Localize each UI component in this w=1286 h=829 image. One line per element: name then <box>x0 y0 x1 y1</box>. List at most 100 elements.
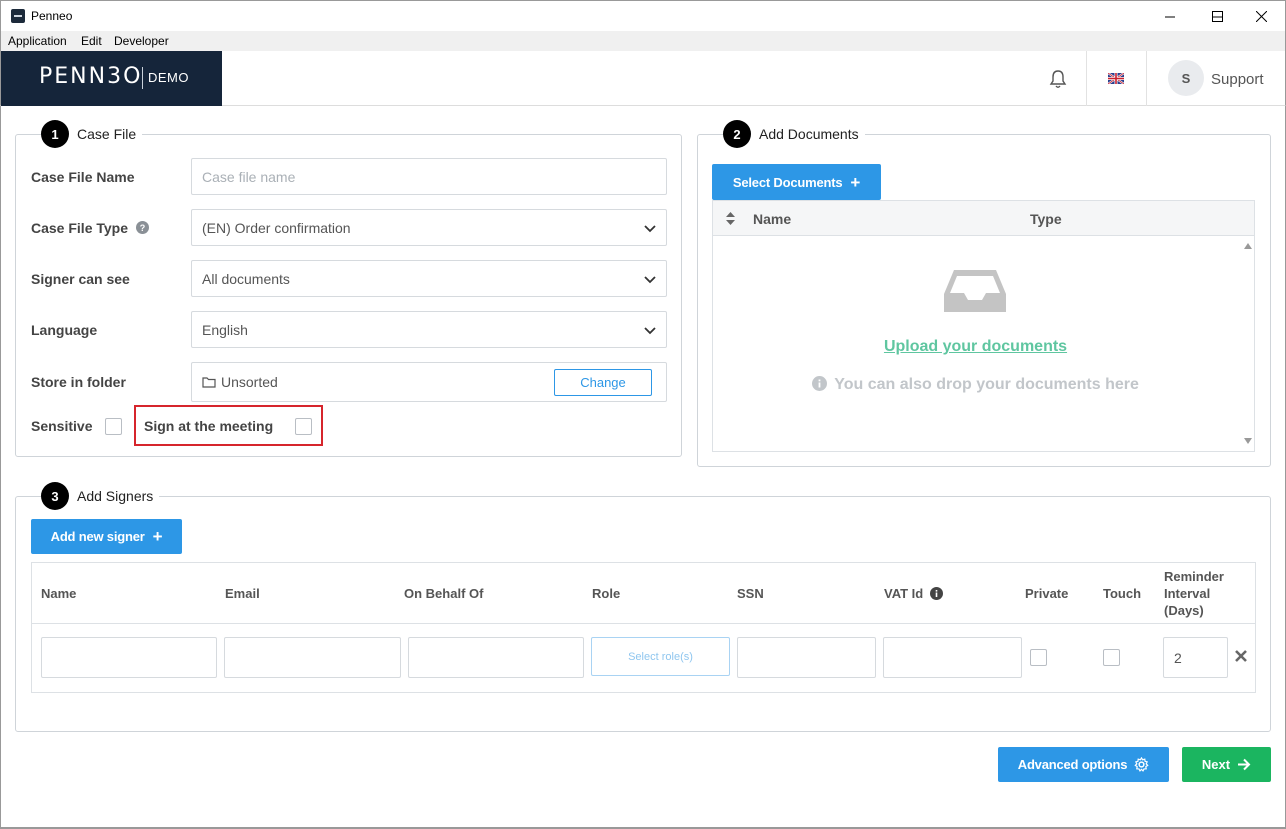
signer-email-input[interactable] <box>224 637 401 678</box>
sign-at-meeting-label: Sign at the meeting <box>144 418 274 434</box>
signers-title: Add Signers <box>77 488 154 504</box>
window-border-left <box>0 106 1 829</box>
remove-signer-icon[interactable] <box>1234 649 1248 663</box>
bell-icon[interactable] <box>1049 69 1067 89</box>
documents-table-header: Name Type <box>713 201 1254 236</box>
col-vat-header-text: VAT Id <box>884 586 924 601</box>
next-label: Next <box>1201 757 1231 772</box>
logo-demo-badge: DEMO <box>148 70 189 85</box>
menu-edit[interactable]: Edit <box>81 34 102 48</box>
add-new-signer-button[interactable]: Add new signer + <box>31 519 182 554</box>
col-vat-header: VAT Id <box>884 586 943 601</box>
window-title: Penneo <box>31 9 73 23</box>
case-file-type-label: Case File Type ? <box>31 220 149 236</box>
case-file-name-input[interactable]: Case file name <box>191 158 667 195</box>
store-in-folder-label: Store in folder <box>31 374 126 390</box>
help-icon[interactable]: ? <box>135 221 149 234</box>
language-select[interactable]: English <box>191 311 667 348</box>
folder-value: Unsorted <box>221 374 278 390</box>
uk-flag-icon[interactable] <box>1108 73 1124 84</box>
signer-vat-input[interactable] <box>883 637 1022 678</box>
maximize-button[interactable] <box>1194 1 1240 31</box>
private-checkbox[interactable] <box>1030 649 1047 666</box>
chevron-down-icon <box>644 327 656 335</box>
close-window-button[interactable] <box>1238 1 1284 31</box>
col-reminder-header-1: Reminder <box>1164 569 1224 584</box>
col-type-header[interactable]: Type <box>1030 211 1062 227</box>
logo-wordmark: PENN3O <box>39 64 143 89</box>
chevron-down-icon <box>644 276 656 284</box>
arrow-right-icon <box>1238 758 1251 771</box>
inbox-tray-icon <box>944 270 1006 312</box>
documents-title: Add Documents <box>759 126 859 142</box>
menu-application[interactable]: Application <box>8 34 67 48</box>
case-file-type-select[interactable]: (EN) Order confirmation <box>191 209 667 246</box>
col-role-header: Role <box>592 586 621 601</box>
folder-icon <box>202 377 216 388</box>
upload-documents-link[interactable]: Upload your documents <box>713 338 1238 356</box>
plus-icon: + <box>152 527 163 546</box>
reminder-interval-input[interactable]: 2 <box>1163 637 1228 678</box>
svg-text:?: ? <box>140 223 146 233</box>
next-button[interactable]: Next <box>1182 747 1271 782</box>
logo[interactable]: PENN3O DEMO <box>1 51 222 106</box>
documents-legend: 2 Add Documents <box>723 120 865 148</box>
signer-ssn-input[interactable] <box>737 637 876 678</box>
signer-name-input[interactable] <box>41 637 217 678</box>
col-name-header[interactable]: Name <box>753 211 791 227</box>
touch-checkbox[interactable] <box>1103 649 1120 666</box>
logo-separator <box>142 67 143 89</box>
col-reminder-header-2: Interval <box>1164 586 1211 601</box>
case-file-legend: 1 Case File <box>41 120 143 148</box>
user-name[interactable]: Support <box>1211 71 1264 88</box>
gear-icon <box>1134 757 1149 772</box>
select-role-button[interactable]: Select role(s) <box>591 637 730 676</box>
advanced-options-label: Advanced options <box>1017 757 1128 772</box>
case-file-type-label-text: Case File Type <box>31 220 129 236</box>
col-email-header: Email <box>225 586 260 601</box>
menu-bar: Application Edit Developer <box>0 31 1286 51</box>
plus-icon: + <box>850 172 861 192</box>
sensitive-checkbox[interactable] <box>105 418 122 435</box>
chevron-down-icon <box>644 225 656 233</box>
step-number: 3 <box>41 482 69 510</box>
header-divider <box>1146 51 1147 106</box>
documents-scrollbar[interactable] <box>1243 237 1254 451</box>
sign-at-meeting-checkbox[interactable] <box>295 418 312 435</box>
app-header: PENN3O DEMO S Support <box>0 51 1286 106</box>
sensitive-label: Sensitive <box>31 418 93 434</box>
signer-can-see-label: Signer can see <box>31 271 130 287</box>
sort-icon[interactable] <box>726 212 735 225</box>
maximize-icon <box>1211 10 1223 22</box>
col-private-header: Private <box>1025 586 1069 601</box>
scroll-down-icon[interactable] <box>1244 438 1252 444</box>
step-number: 1 <box>41 120 69 148</box>
info-icon[interactable] <box>929 587 943 600</box>
change-folder-button[interactable]: Change <box>554 369 652 396</box>
menu-developer[interactable]: Developer <box>114 34 169 48</box>
scroll-up-icon[interactable] <box>1244 243 1252 249</box>
col-on-behalf-header: On Behalf Of <box>404 586 484 601</box>
signers-legend: 3 Add Signers <box>41 482 160 510</box>
header-divider <box>1086 51 1087 106</box>
drop-hint-text: You can also drop your documents here <box>834 376 1139 393</box>
avatar[interactable]: S <box>1168 60 1204 96</box>
drop-hint: You can also drop your documents here <box>713 376 1238 394</box>
col-ssn-header: SSN <box>737 586 764 601</box>
col-touch-header: Touch <box>1103 586 1142 601</box>
minimize-button[interactable] <box>1147 1 1193 31</box>
add-new-signer-label: Add new signer <box>50 529 145 544</box>
col-name-header: Name <box>41 586 77 601</box>
signer-can-see-select[interactable]: All documents <box>191 260 667 297</box>
case-file-name-label: Case File Name <box>31 169 135 185</box>
select-documents-label: Select Documents <box>732 174 843 190</box>
app-icon <box>11 9 25 23</box>
advanced-options-button[interactable]: Advanced options <box>998 747 1169 782</box>
col-reminder-header-3: (Days) <box>1164 603 1204 618</box>
minimize-icon <box>1164 16 1175 17</box>
documents-table: Name Type Upload your documents You can … <box>712 200 1255 452</box>
signer-on-behalf-input[interactable] <box>408 637 584 678</box>
language-value: English <box>202 321 248 338</box>
case-file-type-value: (EN) Order confirmation <box>202 219 351 236</box>
select-documents-button[interactable]: Select Documents + <box>712 164 881 200</box>
